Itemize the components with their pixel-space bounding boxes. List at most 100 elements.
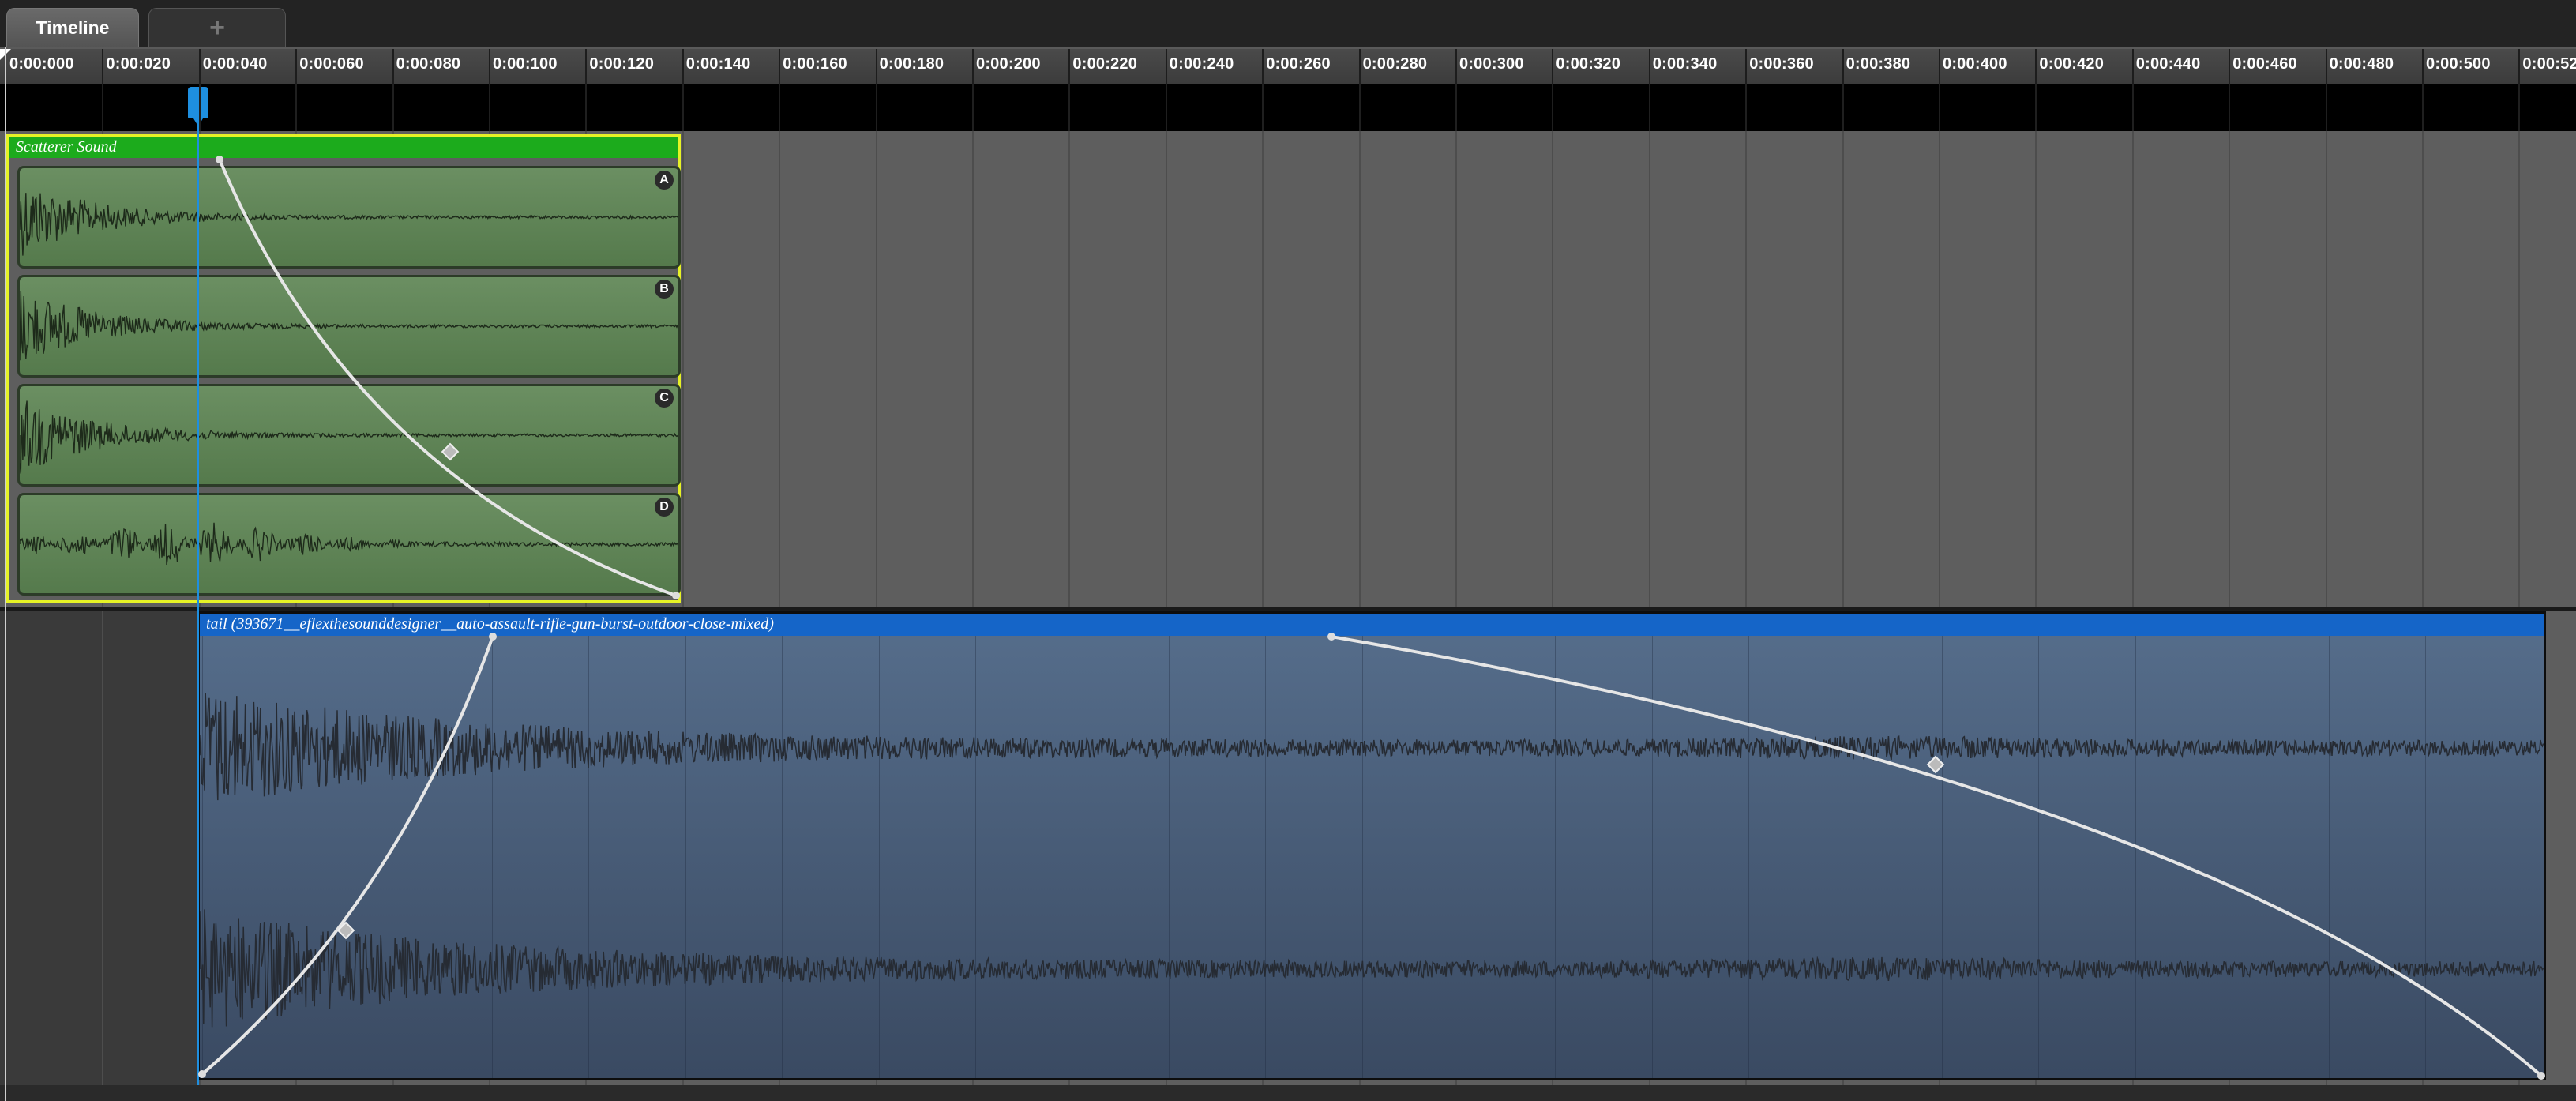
ruler-time-label: 0:00:480: [2329, 55, 2394, 73]
ruler-tick: [2518, 49, 2521, 84]
grid-line: [1842, 84, 1844, 131]
ruler-tick: [1745, 49, 1748, 84]
grid-line: [779, 131, 781, 607]
ruler-time-label: 0:00:440: [2135, 55, 2201, 73]
time-ruler[interactable]: 0:00:000 0:00:020 0:00:040 0:00:060 0:00:080…: [0, 47, 2576, 84]
ruler-time-label: 0:00:160: [783, 55, 847, 73]
grid-line: [779, 84, 781, 131]
ruler-time-label: 0:00:520: [2522, 55, 2576, 73]
ruler-time-label: 0:00:180: [879, 55, 944, 73]
scatterer-clip-title: Scatterer Sound: [16, 138, 117, 156]
tail-clip-title: tail (393671__eflexthesounddesigner__aut…: [206, 615, 774, 633]
grid-line: [1648, 84, 1650, 131]
ruler-tick: [1358, 49, 1361, 84]
grid-line: [102, 84, 104, 131]
ruler-time-label: 0:00:100: [493, 55, 558, 73]
grid-line: [1358, 131, 1361, 607]
ruler-tick: [972, 49, 974, 84]
scatter-lane-d[interactable]: D: [17, 493, 681, 596]
grid-line: [1068, 84, 1071, 131]
waveform-path: [20, 291, 678, 361]
scatter-lane-c[interactable]: C: [17, 384, 681, 487]
ruler-tick: [392, 49, 394, 84]
grid-line: [1939, 84, 1940, 131]
grid-line: [1455, 84, 1457, 131]
ruler-time-label: 0:00:320: [1556, 55, 1621, 73]
ruler-time-label: 0:00:280: [1362, 55, 1428, 73]
ruler-tick: [102, 49, 104, 84]
ruler-time-label: 0:00:240: [1169, 55, 1234, 73]
grid-line: [2035, 131, 2037, 607]
ruler-tick: [1068, 49, 1071, 84]
ruler-tick: [1648, 49, 1650, 84]
ruler-tick: [1262, 49, 1264, 84]
grid-line: [1165, 131, 1167, 607]
grid-line: [1262, 131, 1264, 607]
grid-line: [1552, 84, 1554, 131]
grid-line: [1842, 131, 1844, 607]
lane-letter-badge: D: [655, 498, 674, 517]
grid-line: [295, 84, 298, 131]
grid-line: [1358, 84, 1361, 131]
ruler-time-label: 0:00:120: [589, 55, 655, 73]
waveform-path: [20, 522, 678, 566]
tab-bar: Timeline +: [0, 0, 2576, 47]
playhead-line[interactable]: [197, 122, 199, 1085]
ruler-tick: [779, 49, 781, 84]
ruler-time-label: 0:00:140: [685, 55, 751, 73]
tail-clip-header[interactable]: tail (393671__eflexthesounddesigner__aut…: [200, 614, 2544, 636]
track-tail-empty-region: [0, 611, 197, 1085]
tab-timeline[interactable]: Timeline: [6, 8, 139, 47]
ruler-time-label: 0:00:380: [1846, 55, 1911, 73]
timeline-bottom-strip: [0, 1085, 2576, 1101]
ruler-tick: [2325, 49, 2327, 84]
waveform: [20, 291, 678, 361]
ruler-time-label: 0:00:220: [1072, 55, 1138, 73]
waveform-path: [20, 193, 678, 256]
waveform-path: [200, 909, 2544, 1028]
ruler-tick: [1455, 49, 1457, 84]
ruler-tick: [1165, 49, 1167, 84]
ruler-time-label: 0:00:200: [976, 55, 1041, 73]
scatterer-clip-header[interactable]: Scatterer Sound: [9, 137, 678, 158]
lane-letter-badge: B: [655, 280, 674, 299]
waveform-channel-left: [200, 693, 2544, 801]
ruler-time-label: 0:00:340: [1652, 55, 1718, 73]
ruler-time-label: 0:00:420: [2039, 55, 2105, 73]
grid-line: [682, 131, 684, 607]
ruler-time-label: 0:00:020: [106, 55, 171, 73]
waveform-channel-right: [200, 909, 2544, 1028]
grid-line: [875, 84, 877, 131]
grid-line: [1455, 131, 1457, 607]
scatterer-clip[interactable]: Scatterer Sound A B C D: [6, 134, 681, 603]
ruler-time-label: 0:00:260: [1266, 55, 1331, 73]
grid-line: [1165, 84, 1167, 131]
ruler-tick: [2422, 49, 2424, 84]
grid-line: [585, 84, 588, 131]
waveform: [20, 193, 678, 256]
ruler-tick: [1552, 49, 1554, 84]
grid-line: [972, 84, 974, 131]
grid-line: [1745, 131, 1748, 607]
tail-clip[interactable]: tail (393671__eflexthesounddesigner__aut…: [197, 611, 2546, 1080]
grid-line: [1552, 131, 1554, 607]
ruler-time-label: 0:00:300: [1459, 55, 1524, 73]
grid-line: [875, 131, 877, 607]
marker-lane[interactable]: [0, 84, 2576, 131]
scatter-lane-b[interactable]: B: [17, 275, 681, 378]
grid-line: [392, 84, 394, 131]
grid-line: [682, 84, 684, 131]
grid-line: [489, 84, 490, 131]
ruler-tick: [875, 49, 877, 84]
add-tab-button[interactable]: +: [148, 8, 286, 47]
ruler-tick: [682, 49, 684, 84]
ruler-time-label: 0:00:040: [202, 55, 268, 73]
grid-line: [1068, 131, 1071, 607]
ruler-tick: [585, 49, 588, 84]
grid-line: [2131, 131, 2134, 607]
grid-line: [2518, 84, 2521, 131]
ruler-tick: [2131, 49, 2134, 84]
grid-line: [2422, 84, 2424, 131]
scatter-lane-a[interactable]: A: [17, 166, 681, 269]
ruler-tick: [1939, 49, 1940, 84]
